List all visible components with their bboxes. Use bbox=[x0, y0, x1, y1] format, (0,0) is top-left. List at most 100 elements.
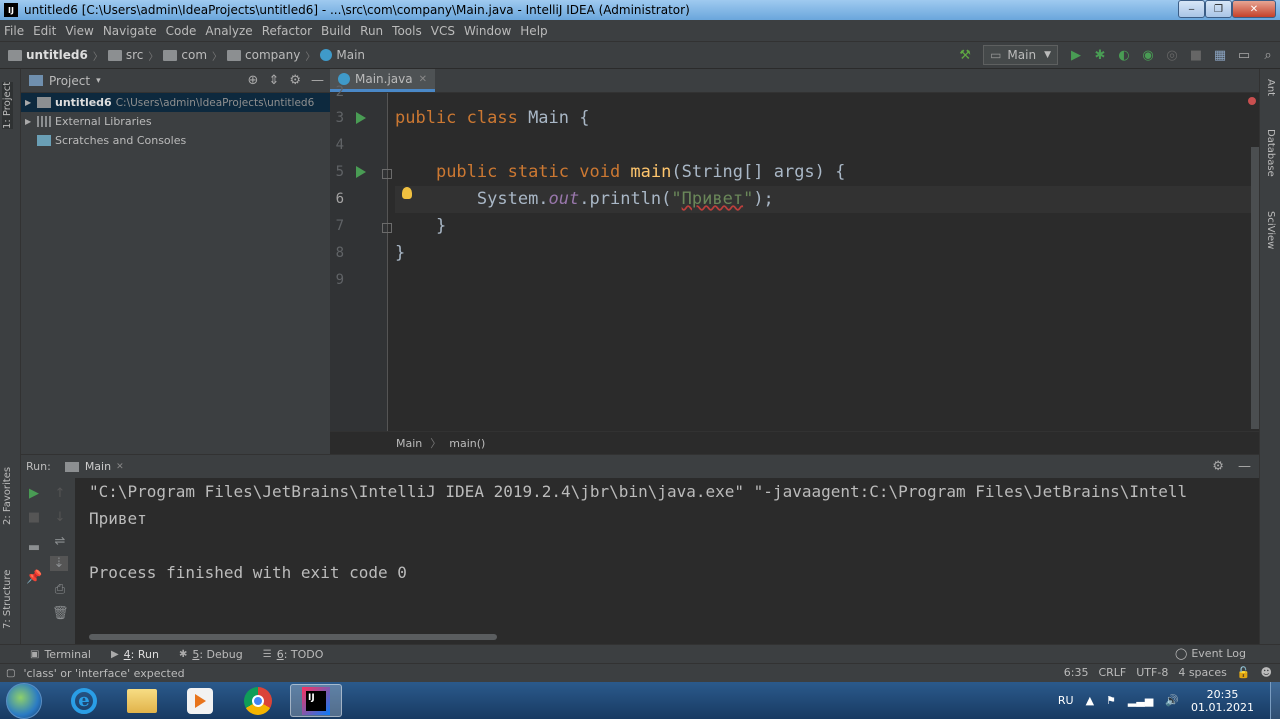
action-center-flag-icon[interactable]: ⚑ bbox=[1106, 694, 1116, 707]
expand-arrow-icon[interactable]: ▶ bbox=[25, 117, 35, 126]
volume-icon[interactable]: 🔊 bbox=[1165, 694, 1179, 707]
taskbar-intellij[interactable]: IJ bbox=[290, 684, 342, 717]
clock[interactable]: 20:35 01.01.2021 bbox=[1191, 688, 1254, 714]
maximize-button[interactable]: ❐ bbox=[1205, 0, 1232, 18]
tool-tab-event-log[interactable]: ◯ Event Log bbox=[1175, 647, 1246, 660]
code-area[interactable]: public class Main { public static void m… bbox=[395, 93, 1255, 431]
project-view-dropdown[interactable]: ▾ bbox=[96, 76, 101, 86]
taskbar-explorer[interactable] bbox=[116, 684, 168, 717]
tree-item-external-libraries[interactable]: ▶ External Libraries bbox=[21, 112, 330, 131]
run-class-gutter-icon[interactable] bbox=[356, 112, 366, 124]
soft-wrap-icon[interactable]: ⇌ bbox=[52, 534, 68, 549]
fold-marker-icon[interactable] bbox=[382, 223, 392, 233]
scroll-to-end-icon[interactable]: ⇣ bbox=[50, 556, 68, 571]
run-method-gutter-icon[interactable] bbox=[356, 166, 366, 178]
menu-run[interactable]: Run bbox=[360, 24, 383, 38]
tool-tab-debug[interactable]: ✱ 5: Debug bbox=[179, 648, 243, 661]
fold-marker-icon[interactable] bbox=[382, 169, 392, 179]
collapse-all-icon[interactable]: ⇕ bbox=[268, 73, 279, 88]
tool-tab-database[interactable]: Database bbox=[1265, 129, 1276, 177]
tab-main-java[interactable]: Main.java ✕ bbox=[330, 69, 435, 92]
tree-item-scratches[interactable]: Scratches and Consoles bbox=[21, 131, 330, 150]
locate-file-icon[interactable]: ⊕ bbox=[248, 73, 259, 88]
tool-tab-favorites[interactable]: 2: Favorites bbox=[2, 467, 13, 525]
breadcrumb-project[interactable]: untitled6 bbox=[26, 48, 88, 62]
tool-tab-structure[interactable]: 7: Structure bbox=[2, 570, 13, 629]
breadcrumb-com[interactable]: com bbox=[181, 48, 207, 62]
stop-icon[interactable]: ■ bbox=[1188, 47, 1204, 63]
console-horizontal-scrollbar[interactable] bbox=[89, 634, 497, 640]
print-icon[interactable]: ⎙ bbox=[52, 582, 68, 597]
indent-setting[interactable]: 4 spaces bbox=[1178, 666, 1227, 679]
menu-edit[interactable]: Edit bbox=[33, 24, 56, 38]
show-hidden-icons-icon[interactable]: ▲ bbox=[1086, 694, 1094, 707]
project-structure-icon[interactable]: ▦ bbox=[1212, 47, 1228, 63]
breadcrumb-src[interactable]: src bbox=[126, 48, 144, 62]
footer-crumb-method[interactable]: main() bbox=[449, 437, 485, 450]
caret-position[interactable]: 6:35 bbox=[1064, 666, 1089, 679]
language-indicator[interactable]: RU bbox=[1058, 694, 1074, 707]
project-panel-title[interactable]: Project bbox=[49, 74, 90, 88]
start-button[interactable] bbox=[6, 683, 42, 719]
console-output[interactable]: "C:\Program Files\JetBrains\IntelliJ IDE… bbox=[89, 478, 1259, 638]
intention-bulb-icon[interactable] bbox=[402, 187, 412, 199]
tool-tab-todo[interactable]: ☰ 6: TODO bbox=[263, 648, 324, 661]
attach-debugger-icon[interactable]: ◎ bbox=[1164, 47, 1180, 63]
scroll-up-icon[interactable]: ↑ bbox=[52, 486, 68, 501]
menu-analyze[interactable]: Analyze bbox=[205, 24, 252, 38]
network-signal-icon[interactable]: ▂▃▅ bbox=[1128, 694, 1153, 707]
build-hammer-icon[interactable]: ⚒ bbox=[957, 47, 973, 63]
menu-code[interactable]: Code bbox=[166, 24, 197, 38]
taskbar-internet-explorer[interactable]: e bbox=[58, 684, 110, 717]
gear-icon[interactable]: ⚙ bbox=[289, 73, 301, 88]
tool-tab-project[interactable]: 1: Project bbox=[2, 81, 13, 129]
file-encoding[interactable]: UTF-8 bbox=[1136, 666, 1168, 679]
tool-tab-terminal[interactable]: ▣ Terminal bbox=[30, 648, 91, 661]
minimize-button[interactable]: ‒ bbox=[1178, 0, 1205, 18]
inspector-icon[interactable]: ☻ bbox=[1261, 666, 1272, 679]
taskbar-chrome[interactable] bbox=[232, 684, 284, 717]
hide-panel-icon[interactable]: — bbox=[311, 73, 324, 88]
close-tab-icon[interactable]: ✕ bbox=[419, 74, 427, 85]
debug-bug-icon[interactable]: ✱ bbox=[1092, 47, 1108, 63]
run-tab-main[interactable]: Main ✕ bbox=[64, 460, 124, 473]
editor-vertical-scrollbar[interactable] bbox=[1251, 147, 1259, 429]
menu-refactor[interactable]: Refactor bbox=[262, 24, 312, 38]
menu-window[interactable]: Window bbox=[464, 24, 511, 38]
menu-file[interactable]: File bbox=[4, 24, 24, 38]
tool-tab-run[interactable]: ▶ 4: Run bbox=[111, 648, 159, 661]
rerun-icon[interactable]: ▶ bbox=[26, 486, 42, 501]
show-desktop-button[interactable] bbox=[1270, 682, 1280, 719]
menu-navigate[interactable]: Navigate bbox=[103, 24, 157, 38]
run-configuration-select[interactable]: ▭ Main ▼ bbox=[983, 45, 1058, 65]
taskbar-media-player[interactable] bbox=[174, 684, 226, 717]
menu-view[interactable]: View bbox=[65, 24, 93, 38]
coverage-icon[interactable]: ◐ bbox=[1116, 47, 1132, 63]
profile-icon[interactable]: ◉ bbox=[1140, 47, 1156, 63]
search-icon[interactable]: ⌕ bbox=[1260, 47, 1276, 63]
trash-icon[interactable]: 🗑 bbox=[52, 606, 69, 621]
footer-crumb-class[interactable]: Main bbox=[396, 437, 422, 450]
stop-icon[interactable]: ■ bbox=[26, 510, 42, 525]
pin-icon[interactable]: 📌 bbox=[26, 570, 42, 585]
breadcrumb-company[interactable]: company bbox=[245, 48, 300, 62]
tool-tab-ant[interactable]: Ant bbox=[1265, 79, 1276, 96]
toggle-tool-windows-icon[interactable]: ▢ bbox=[6, 668, 15, 679]
gear-icon[interactable]: ⚙ bbox=[1212, 459, 1224, 474]
breadcrumb-main[interactable]: Main bbox=[336, 48, 365, 62]
close-tab-icon[interactable]: ✕ bbox=[116, 462, 124, 472]
run-icon[interactable]: ▶ bbox=[1068, 47, 1084, 63]
menu-tools[interactable]: Tools bbox=[392, 24, 422, 38]
lock-icon[interactable]: 🔓 bbox=[1237, 666, 1251, 679]
close-button[interactable]: ✕ bbox=[1232, 0, 1276, 18]
menu-build[interactable]: Build bbox=[321, 24, 351, 38]
line-separator[interactable]: CRLF bbox=[1098, 666, 1126, 679]
expand-arrow-icon[interactable]: ▶ bbox=[25, 98, 35, 107]
error-stripe-icon[interactable] bbox=[1248, 97, 1256, 105]
tool-tab-sciview[interactable]: SciView bbox=[1265, 211, 1276, 249]
presentation-icon[interactable]: ▭ bbox=[1236, 47, 1252, 63]
scroll-down-icon[interactable]: ↓ bbox=[52, 510, 68, 525]
menu-vcs[interactable]: VCS bbox=[431, 24, 455, 38]
restore-layout-icon[interactable]: ▬ bbox=[26, 540, 42, 555]
menu-help[interactable]: Help bbox=[520, 24, 547, 38]
